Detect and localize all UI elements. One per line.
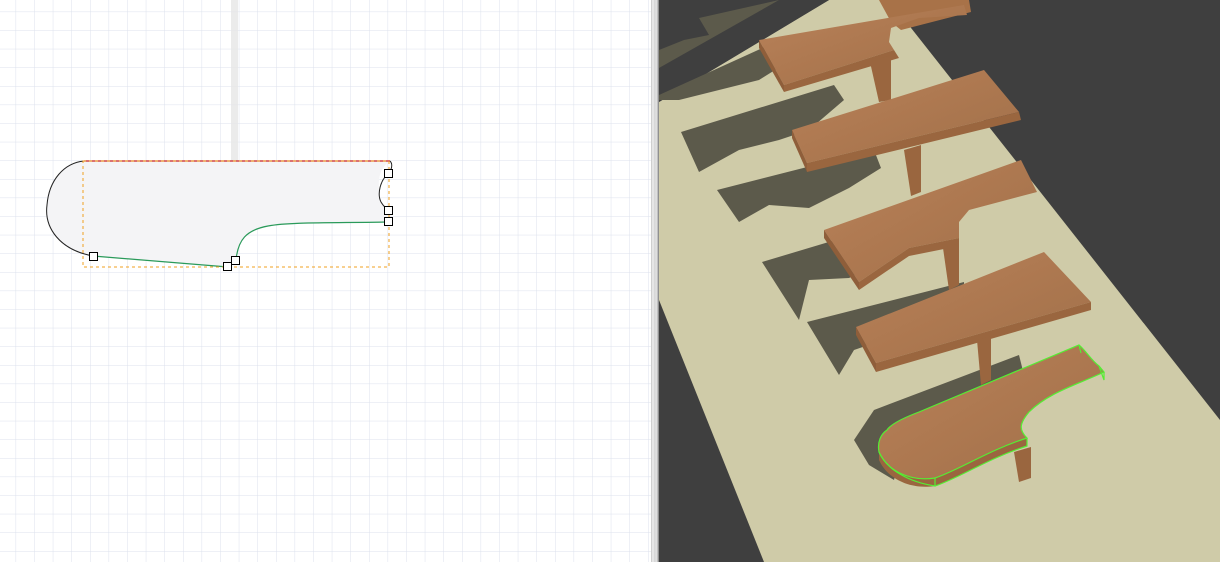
grid — [0, 0, 651, 562]
handle-back-corner[interactable] — [223, 262, 232, 271]
view-splitter[interactable] — [651, 0, 659, 562]
handle-curve-start[interactable] — [384, 217, 393, 226]
plan-view-svg[interactable] — [0, 0, 651, 562]
stair-editor — [0, 0, 1220, 562]
handle-notch-top[interactable] — [384, 169, 393, 178]
handle-rounded-start[interactable] — [89, 252, 98, 261]
handle-notch-bottom[interactable] — [384, 206, 393, 215]
handle-curve-end[interactable] — [231, 256, 240, 265]
perspective-view-svg[interactable] — [659, 0, 1220, 562]
perspective-view-canvas[interactable] — [659, 0, 1220, 562]
plan-view-canvas[interactable] — [0, 0, 651, 562]
